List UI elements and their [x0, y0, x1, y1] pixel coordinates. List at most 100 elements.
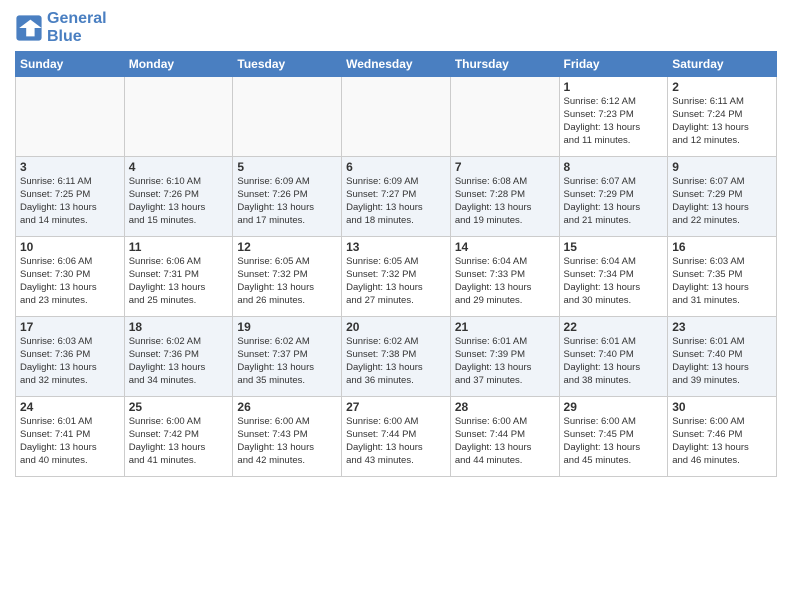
day-number: 6 — [346, 160, 446, 174]
day-info: Sunrise: 6:00 AM Sunset: 7:42 PM Dayligh… — [129, 416, 229, 467]
day-number: 21 — [455, 320, 555, 334]
calendar-cell: 11 Sunrise: 6:06 AM Sunset: 7:31 PM Dayli… — [124, 237, 233, 317]
calendar-cell: 8 Sunrise: 6:07 AM Sunset: 7:29 PM Daylig… — [559, 157, 668, 237]
day-info: Sunrise: 6:03 AM Sunset: 7:35 PM Dayligh… — [672, 256, 772, 307]
calendar-cell: 17 Sunrise: 6:03 AM Sunset: 7:36 PM Dayli… — [16, 317, 125, 397]
day-info: Sunrise: 6:11 AM Sunset: 7:24 PM Dayligh… — [672, 96, 772, 147]
logo: General Blue — [15, 10, 107, 45]
day-number: 28 — [455, 400, 555, 414]
calendar-cell: 7 Sunrise: 6:08 AM Sunset: 7:28 PM Daylig… — [450, 157, 559, 237]
day-info: Sunrise: 6:05 AM Sunset: 7:32 PM Dayligh… — [346, 256, 446, 307]
day-info: Sunrise: 6:05 AM Sunset: 7:32 PM Dayligh… — [237, 256, 337, 307]
day-info: Sunrise: 6:00 AM Sunset: 7:45 PM Dayligh… — [564, 416, 664, 467]
calendar-week-4: 17 Sunrise: 6:03 AM Sunset: 7:36 PM Dayli… — [16, 317, 777, 397]
day-info: Sunrise: 6:00 AM Sunset: 7:46 PM Dayligh… — [672, 416, 772, 467]
calendar-cell: 14 Sunrise: 6:04 AM Sunset: 7:33 PM Dayli… — [450, 237, 559, 317]
day-info: Sunrise: 6:11 AM Sunset: 7:25 PM Dayligh… — [20, 176, 120, 227]
calendar-cell: 6Sunrise: 6:09 AM Sunset: 7:27 PM Daylig… — [342, 157, 451, 237]
calendar-cell: 19 Sunrise: 6:02 AM Sunset: 7:37 PM Dayli… — [233, 317, 342, 397]
calendar-cell: 30 Sunrise: 6:00 AM Sunset: 7:46 PM Dayli… — [668, 397, 777, 477]
day-number: 12 — [237, 240, 337, 254]
day-number: 18 — [129, 320, 229, 334]
day-info: Sunrise: 6:08 AM Sunset: 7:28 PM Dayligh… — [455, 176, 555, 227]
day-number: 15 — [564, 240, 664, 254]
calendar-cell: 15Sunrise: 6:04 AM Sunset: 7:34 PM Dayli… — [559, 237, 668, 317]
calendar-cell — [342, 77, 451, 157]
calendar-cell: 5Sunrise: 6:09 AM Sunset: 7:26 PM Daylig… — [233, 157, 342, 237]
calendar-cell: 10Sunrise: 6:06 AM Sunset: 7:30 PM Dayli… — [16, 237, 125, 317]
calendar-cell: 21 Sunrise: 6:01 AM Sunset: 7:39 PM Dayli… — [450, 317, 559, 397]
calendar-week-5: 24Sunrise: 6:01 AM Sunset: 7:41 PM Dayli… — [16, 397, 777, 477]
calendar-table: SundayMondayTuesdayWednesdayThursdayFrid… — [15, 51, 777, 477]
calendar-cell: 4 Sunrise: 6:10 AM Sunset: 7:26 PM Daylig… — [124, 157, 233, 237]
calendar-cell: 20 Sunrise: 6:02 AM Sunset: 7:38 PM Dayli… — [342, 317, 451, 397]
day-number: 14 — [455, 240, 555, 254]
day-info: Sunrise: 6:03 AM Sunset: 7:36 PM Dayligh… — [20, 336, 120, 387]
calendar-cell: 1 Sunrise: 6:12 AM Sunset: 7:23 PM Daylig… — [559, 77, 668, 157]
day-info: Sunrise: 6:01 AM Sunset: 7:39 PM Dayligh… — [455, 336, 555, 387]
day-info: Sunrise: 6:01 AM Sunset: 7:40 PM Dayligh… — [672, 336, 772, 387]
day-info: Sunrise: 6:02 AM Sunset: 7:38 PM Dayligh… — [346, 336, 446, 387]
day-number: 20 — [346, 320, 446, 334]
calendar-cell: 25Sunrise: 6:00 AM Sunset: 7:42 PM Dayli… — [124, 397, 233, 477]
day-info: Sunrise: 6:04 AM Sunset: 7:33 PM Dayligh… — [455, 256, 555, 307]
calendar-dow-friday: Friday — [559, 52, 668, 77]
calendar-cell — [124, 77, 233, 157]
calendar-dow-monday: Monday — [124, 52, 233, 77]
day-number: 11 — [129, 240, 229, 254]
day-number: 24 — [20, 400, 120, 414]
calendar-cell — [16, 77, 125, 157]
calendar-cell: 23 Sunrise: 6:01 AM Sunset: 7:40 PM Dayli… — [668, 317, 777, 397]
day-number: 23 — [672, 320, 772, 334]
calendar-dow-sunday: Sunday — [16, 52, 125, 77]
day-info: Sunrise: 6:09 AM Sunset: 7:26 PM Dayligh… — [237, 176, 337, 227]
day-info: Sunrise: 6:06 AM Sunset: 7:31 PM Dayligh… — [129, 256, 229, 307]
day-number: 2 — [672, 80, 772, 94]
calendar-cell: 2 Sunrise: 6:11 AM Sunset: 7:24 PM Daylig… — [668, 77, 777, 157]
day-info: Sunrise: 6:12 AM Sunset: 7:23 PM Dayligh… — [564, 96, 664, 147]
calendar-dow-tuesday: Tuesday — [233, 52, 342, 77]
day-number: 19 — [237, 320, 337, 334]
day-number: 16 — [672, 240, 772, 254]
calendar-dow-wednesday: Wednesday — [342, 52, 451, 77]
calendar-header-row: SundayMondayTuesdayWednesdayThursdayFrid… — [16, 52, 777, 77]
calendar-cell: 16 Sunrise: 6:03 AM Sunset: 7:35 PM Dayli… — [668, 237, 777, 317]
logo-blue: Blue — [47, 28, 82, 45]
day-number: 26 — [237, 400, 337, 414]
header: General Blue — [15, 10, 777, 45]
day-number: 4 — [129, 160, 229, 174]
day-number: 7 — [455, 160, 555, 174]
calendar-cell: 12 Sunrise: 6:05 AM Sunset: 7:32 PM Dayli… — [233, 237, 342, 317]
day-info: Sunrise: 6:10 AM Sunset: 7:26 PM Dayligh… — [129, 176, 229, 227]
day-number: 30 — [672, 400, 772, 414]
calendar-cell: 18 Sunrise: 6:02 AM Sunset: 7:36 PM Dayli… — [124, 317, 233, 397]
logo-icon — [15, 14, 43, 42]
day-number: 29 — [564, 400, 664, 414]
day-info: Sunrise: 6:00 AM Sunset: 7:44 PM Dayligh… — [455, 416, 555, 467]
day-number: 8 — [564, 160, 664, 174]
calendar-cell — [233, 77, 342, 157]
calendar-dow-thursday: Thursday — [450, 52, 559, 77]
day-number: 27 — [346, 400, 446, 414]
calendar-week-1: 1 Sunrise: 6:12 AM Sunset: 7:23 PM Daylig… — [16, 77, 777, 157]
calendar-cell — [450, 77, 559, 157]
calendar-cell: 24Sunrise: 6:01 AM Sunset: 7:41 PM Dayli… — [16, 397, 125, 477]
day-info: Sunrise: 6:02 AM Sunset: 7:36 PM Dayligh… — [129, 336, 229, 387]
day-info: Sunrise: 6:02 AM Sunset: 7:37 PM Dayligh… — [237, 336, 337, 387]
day-number: 17 — [20, 320, 120, 334]
day-info: Sunrise: 6:00 AM Sunset: 7:44 PM Dayligh… — [346, 416, 446, 467]
calendar-cell: 27 Sunrise: 6:00 AM Sunset: 7:44 PM Dayli… — [342, 397, 451, 477]
day-info: Sunrise: 6:07 AM Sunset: 7:29 PM Dayligh… — [564, 176, 664, 227]
calendar-cell: 26Sunrise: 6:00 AM Sunset: 7:43 PM Dayli… — [233, 397, 342, 477]
day-number: 22 — [564, 320, 664, 334]
page: General Blue SundayMondayTuesdayWednesda… — [0, 0, 792, 487]
calendar-cell: 22 Sunrise: 6:01 AM Sunset: 7:40 PM Dayli… — [559, 317, 668, 397]
day-info: Sunrise: 6:06 AM Sunset: 7:30 PM Dayligh… — [20, 256, 120, 307]
logo-text: General Blue — [47, 10, 107, 45]
calendar-cell: 28 Sunrise: 6:00 AM Sunset: 7:44 PM Dayli… — [450, 397, 559, 477]
day-number: 1 — [564, 80, 664, 94]
calendar-dow-saturday: Saturday — [668, 52, 777, 77]
day-info: Sunrise: 6:01 AM Sunset: 7:40 PM Dayligh… — [564, 336, 664, 387]
calendar-week-3: 10Sunrise: 6:06 AM Sunset: 7:30 PM Dayli… — [16, 237, 777, 317]
day-number: 3 — [20, 160, 120, 174]
